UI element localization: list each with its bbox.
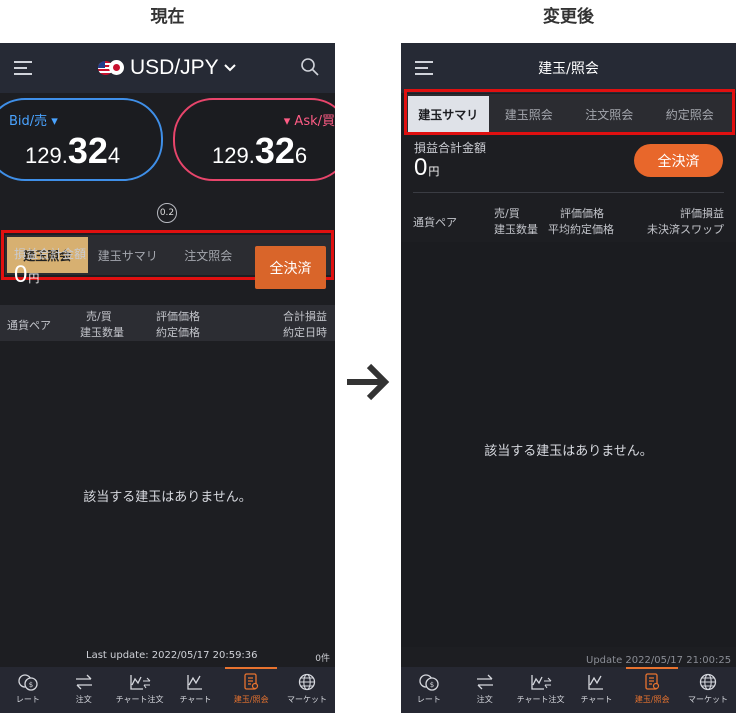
position-icon (645, 673, 660, 690)
tab-bar: 建玉サマリ 建玉照会 注文照会 約定照会 (406, 94, 732, 134)
caption-after-change: 変更後 (543, 7, 594, 27)
last-update: Last update: 2022/05/17 20:59:36 (86, 650, 258, 661)
nav-positions[interactable]: 建玉/照会 (624, 667, 680, 713)
usd-jpy-flags-icon (98, 59, 126, 77)
arrow-right-icon (345, 362, 391, 402)
chart-order-icon (129, 675, 150, 690)
tab-executions[interactable]: 約定照会 (650, 96, 731, 132)
pl-total-label: 損益合計金額 (14, 247, 87, 261)
chevron-down-icon (223, 61, 236, 75)
tab-position-summary[interactable]: 建玉サマリ (408, 96, 489, 132)
col-currency-pair: 通貨ペア (413, 216, 457, 229)
svg-text:$: $ (430, 681, 434, 689)
col-avg-execution-price: 平均約定価格 (548, 223, 614, 236)
col-execution-datetime: 約定日時 (283, 326, 327, 339)
col-unsettled-swap: 未決済スワップ (647, 223, 724, 236)
empty-message: 該当する建玉はありません。 (484, 444, 653, 459)
bid-price: 129.324 (25, 130, 121, 171)
pl-total-value: 0円 (14, 261, 40, 288)
svg-text:$: $ (29, 681, 33, 689)
col-total-pl: 合計損益 (283, 310, 327, 323)
ask-quote[interactable]: ▾ Ask/買 129.326 (173, 98, 335, 181)
table-header: 通貨ペア 売/買 建玉数量 評価価格 約定価格 合計損益 約定日時 (0, 305, 335, 341)
search-icon[interactable] (300, 57, 320, 77)
close-all-button[interactable]: 全決済 (255, 246, 326, 289)
bid-label: Bid/売 ▾ (9, 114, 58, 129)
currency-pair-label: USD/JPY (130, 56, 219, 79)
nav-order[interactable]: 注文 (457, 667, 513, 713)
nav-positions[interactable]: 建玉/照会 (223, 667, 279, 713)
tab-orders[interactable]: 注文照会 (168, 237, 249, 273)
nav-rate[interactable]: $ レート (0, 667, 56, 713)
nav-order[interactable]: 注文 (56, 667, 112, 713)
current-screen: USD/JPY Bid/売 ▾ 129.324 ▾ Ask/買 129.326 … (0, 43, 335, 713)
col-quantity: 建玉数量 (494, 223, 538, 236)
close-all-button[interactable]: 全決済 (634, 144, 723, 177)
pl-total-value: 0円 (414, 154, 440, 181)
col-side: 売/買 (494, 207, 520, 220)
nav-chart-order[interactable]: チャート注文 (513, 667, 569, 713)
table-header: 通貨ペア 売/買 建玉数量 評価価格 平均約定価格 評価損益 未決済スワップ (401, 198, 736, 242)
col-side: 売/買 (86, 310, 112, 323)
nav-chart[interactable]: チャート (568, 667, 624, 713)
spread-badge: 0.2 (157, 203, 177, 223)
market-icon (699, 673, 717, 691)
nav-chart[interactable]: チャート (167, 667, 223, 713)
currency-pair-selector[interactable]: USD/JPY (98, 55, 236, 81)
col-valuation-price: 評価価格 (560, 207, 604, 220)
rate-icon: $ (18, 674, 38, 691)
bid-quote[interactable]: Bid/売 ▾ 129.324 (0, 98, 163, 181)
nav-chart-order[interactable]: チャート注文 (112, 667, 168, 713)
divider (413, 192, 724, 193)
bottom-nav: $ レート 注文 チャート注文 チャート 建玉/照会 マーケット (0, 667, 335, 713)
chart-order-icon (530, 675, 551, 690)
col-valuation-price: 評価価格 (156, 310, 200, 323)
market-icon (298, 673, 316, 691)
ask-label: ▾ Ask/買 (283, 114, 335, 129)
chart-icon (187, 675, 203, 690)
tab-orders[interactable]: 注文照会 (569, 96, 650, 132)
page-title: 建玉/照会 (538, 61, 599, 77)
col-execution-price: 約定価格 (156, 326, 200, 339)
top-bar: USD/JPY (0, 43, 335, 93)
changed-screen: 建玉/照会 建玉サマリ 建玉照会 注文照会 約定照会 損益合計金額 0円 全決済… (401, 43, 736, 713)
nav-market[interactable]: マーケット (279, 667, 335, 713)
bottom-nav: $ レート 注文 チャート注文 チャート 建玉/照会 マーケット (401, 667, 736, 713)
position-count: 0件 (315, 654, 330, 664)
tab-positions[interactable]: 建玉照会 (489, 96, 570, 132)
col-valuation-pl: 評価損益 (680, 207, 724, 220)
col-quantity: 建玉数量 (80, 326, 124, 339)
hamburger-icon[interactable] (14, 61, 34, 75)
empty-message: 該当する建玉はありません。 (83, 490, 252, 505)
ask-price: 129.326 (212, 130, 308, 171)
chart-icon (588, 675, 604, 690)
order-icon (75, 674, 92, 690)
nav-market[interactable]: マーケット (680, 667, 736, 713)
caption-current: 現在 (150, 7, 185, 27)
rate-icon: $ (419, 674, 439, 691)
position-icon (244, 673, 259, 690)
tab-position-summary[interactable]: 建玉サマリ (88, 237, 169, 273)
top-bar: 建玉/照会 (401, 43, 736, 93)
nav-rate[interactable]: $ レート (401, 667, 457, 713)
last-update: Update 2022/05/17 21:00:25 (586, 655, 732, 666)
order-icon (476, 674, 493, 690)
col-currency-pair: 通貨ペア (7, 319, 51, 332)
